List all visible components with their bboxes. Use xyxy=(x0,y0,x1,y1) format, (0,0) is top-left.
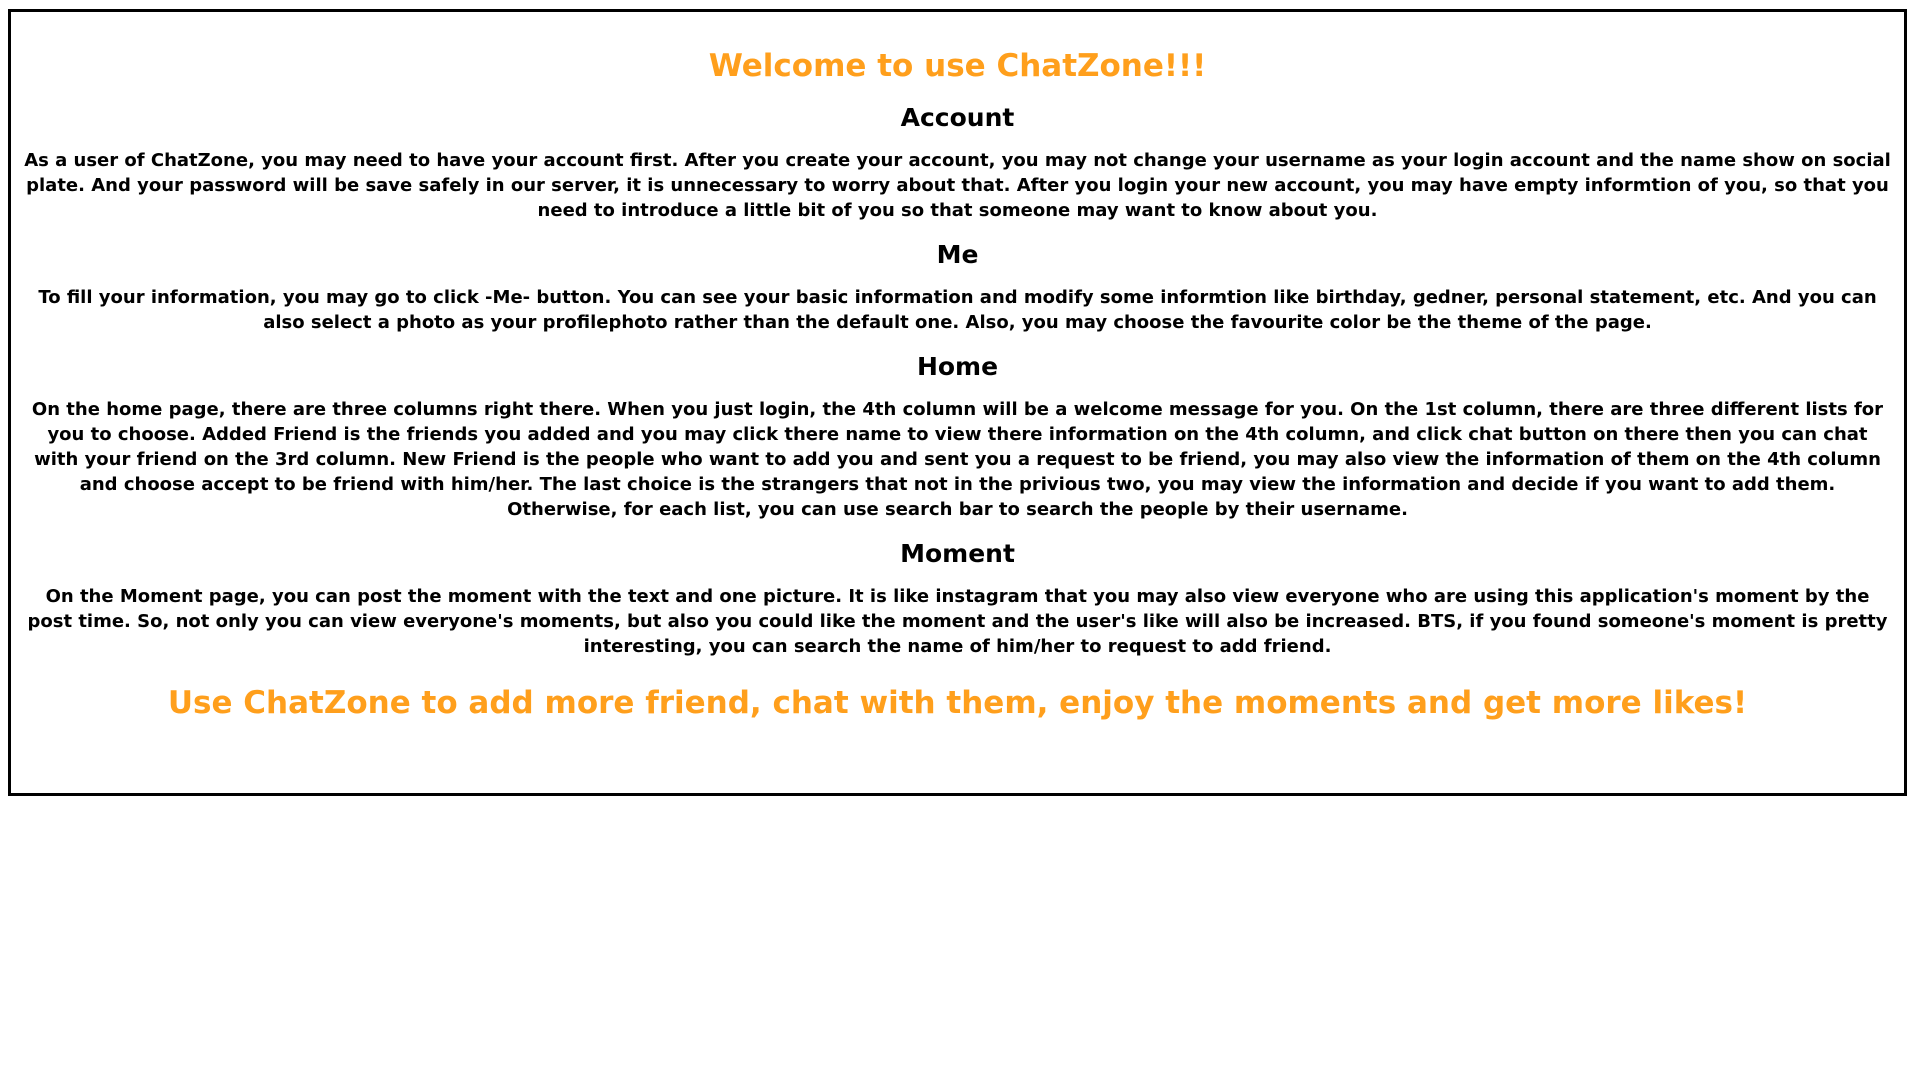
section-title-home: Home xyxy=(916,352,999,381)
section-title-moment: Moment xyxy=(900,539,1015,568)
section-body-moment: On the Moment page, you can post the mom… xyxy=(27,586,1888,657)
section-title-account: Account xyxy=(900,103,1015,132)
section-body-me: To fill your information, you may go to … xyxy=(38,287,1877,333)
section-body-home: On the home page, there are three column… xyxy=(31,399,1884,520)
section-body-account: As a user of ChatZone, you may need to h… xyxy=(24,150,1891,221)
help-panel: Welcome to use ChatZone!!! Account As a … xyxy=(8,9,1907,796)
footer-slogan: Use ChatZone to add more friend, chat wi… xyxy=(167,685,1748,721)
welcome-title: Welcome to use ChatZone!!! xyxy=(708,48,1207,84)
section-title-me: Me xyxy=(936,240,979,269)
